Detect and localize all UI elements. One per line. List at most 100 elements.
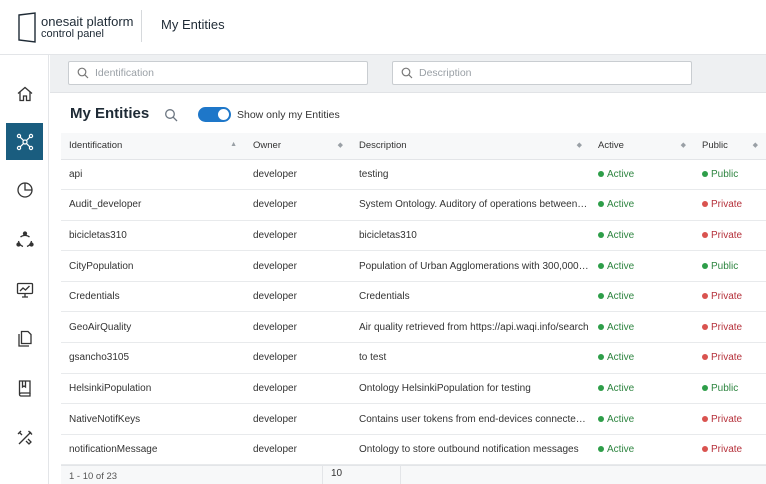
active-status: Active <box>607 291 635 303</box>
cell-owner: developer <box>245 403 351 435</box>
files-icon <box>17 330 32 347</box>
cell-identification[interactable]: Audit_developer <box>61 189 245 221</box>
cell-active: Active <box>590 250 694 282</box>
sidebar-item-tools[interactable] <box>6 419 43 456</box>
cell-owner: developer <box>245 342 351 374</box>
column-header-public[interactable]: Public ◆ <box>694 133 766 160</box>
cell-identification[interactable]: Credentials <box>61 281 245 313</box>
status-dot-icon <box>702 323 708 330</box>
cell-identification[interactable]: GeoAirQuality <box>61 311 245 344</box>
cell-description: Population of Urban Agglomerations with … <box>351 250 590 282</box>
cell-identification[interactable]: api <box>61 159 245 191</box>
identification-filter[interactable] <box>68 61 368 85</box>
status-dot-icon <box>702 415 708 422</box>
cell-identification[interactable]: notificationMessage <box>61 434 245 466</box>
active-status: Active <box>607 260 635 272</box>
cell-active: Active <box>590 159 694 191</box>
toggle-knob <box>218 109 229 120</box>
table-row[interactable]: CityPopulation developer Population of Urb… <box>61 250 766 282</box>
network-icon <box>15 230 34 247</box>
status-dot-icon <box>598 415 604 422</box>
status-dot-icon <box>702 384 708 391</box>
column-header-description[interactable]: Description ◆ <box>351 133 590 160</box>
cell-description: testing <box>351 159 590 191</box>
column-header-active[interactable]: Active ◆ <box>590 133 694 160</box>
active-status: Active <box>607 321 635 333</box>
title-row: My Entities Show only my Entities <box>50 93 766 133</box>
cell-public: Private <box>694 311 766 344</box>
cell-identification[interactable]: NativeNotifKeys <box>61 403 245 435</box>
visibility-status: Private <box>711 444 743 456</box>
column-header-owner[interactable]: Owner ◆ <box>245 133 351 160</box>
sidebar-item-entities[interactable] <box>6 123 43 160</box>
sidebar-item-docs[interactable] <box>6 369 43 406</box>
page-size-select[interactable]: 10 <box>331 468 342 479</box>
cell-public: Private <box>694 220 766 252</box>
column-header-identification[interactable]: Identification ▲ <box>61 133 245 160</box>
pagination-range: 1 - 10 of 23 <box>69 471 118 482</box>
sort-icon: ◆ <box>337 142 343 149</box>
table-footer: 1 - 10 of 23 10 <box>61 465 766 484</box>
visibility-status: Public <box>711 382 739 394</box>
table-row[interactable]: bicicletas310 developer bicicletas310 Activ… <box>61 220 766 252</box>
visibility-status: Private <box>711 199 743 211</box>
active-status: Active <box>607 352 635 364</box>
description-filter[interactable] <box>392 61 692 85</box>
page-title: My Entities <box>70 105 150 122</box>
home-icon <box>17 86 32 101</box>
table-row[interactable]: NativeNotifKeys developer Contains user to… <box>61 403 766 435</box>
table-row[interactable]: api developer testing Active Public <box>61 159 766 191</box>
sidebar-item-network[interactable] <box>6 221 43 258</box>
cell-description: Ontology HelsinkiPopulation for testing <box>351 373 590 405</box>
sidebar-item-dashboards[interactable] <box>6 271 43 308</box>
cell-active: Active <box>590 189 694 221</box>
visibility-status: Private <box>711 352 743 364</box>
cell-owner: developer <box>245 250 351 282</box>
cell-active: Active <box>590 311 694 344</box>
description-input[interactable] <box>419 67 659 79</box>
cell-owner: developer <box>245 281 351 313</box>
cell-owner: developer <box>245 373 351 405</box>
cell-description: Air quality retrieved from https://api.w… <box>351 311 590 344</box>
active-status: Active <box>607 229 635 241</box>
status-dot-icon <box>598 170 604 177</box>
table-row[interactable]: gsancho3105 developer to test Active Private <box>61 342 766 374</box>
search-icon[interactable] <box>164 108 178 122</box>
cell-identification[interactable]: bicicletas310 <box>61 220 245 252</box>
active-status: Active <box>607 199 635 211</box>
identification-input[interactable] <box>95 67 335 79</box>
table-row[interactable]: HelsinkiPopulation developer Ontology Hels… <box>61 373 766 405</box>
book-icon <box>18 379 31 397</box>
status-dot-icon <box>598 293 604 300</box>
brand[interactable]: onesait platform control panel <box>41 15 134 41</box>
cell-public: Private <box>694 434 766 466</box>
sidebar-item-analytics[interactable] <box>6 171 43 208</box>
table-row[interactable]: Audit_developer developer System Ontology.… <box>61 189 766 221</box>
visibility-status: Private <box>711 291 743 303</box>
cell-owner: developer <box>245 434 351 466</box>
cell-identification[interactable]: CityPopulation <box>61 250 245 282</box>
status-dot-icon <box>702 201 708 208</box>
table-row[interactable]: GeoAirQuality developer Air quality retrie… <box>61 311 766 344</box>
sidebar-item-files[interactable] <box>6 320 43 357</box>
cell-description: to test <box>351 342 590 374</box>
cell-identification[interactable]: gsancho3105 <box>61 342 245 374</box>
cell-public: Private <box>694 189 766 221</box>
active-status: Active <box>607 444 635 456</box>
cell-identification[interactable]: HelsinkiPopulation <box>61 373 245 405</box>
cell-public: Private <box>694 281 766 313</box>
sort-asc-icon: ▲ <box>230 141 237 148</box>
table-row[interactable]: Credentials developer Credentials Active Pri… <box>61 281 766 313</box>
header-title: My Entities <box>161 17 225 32</box>
cell-owner: developer <box>245 311 351 344</box>
footer-divider <box>322 466 323 484</box>
sidebar-item-home[interactable] <box>6 75 43 112</box>
table-row[interactable]: notificationMessage developer Ontology to … <box>61 434 766 466</box>
cell-active: Active <box>590 281 694 313</box>
cell-description: Ontology to store outbound notification … <box>351 434 590 466</box>
active-status: Active <box>607 168 635 180</box>
footer-divider <box>400 466 401 484</box>
cell-public: Public <box>694 373 766 405</box>
show-only-mine-toggle[interactable] <box>198 107 231 122</box>
cell-active: Active <box>590 403 694 435</box>
